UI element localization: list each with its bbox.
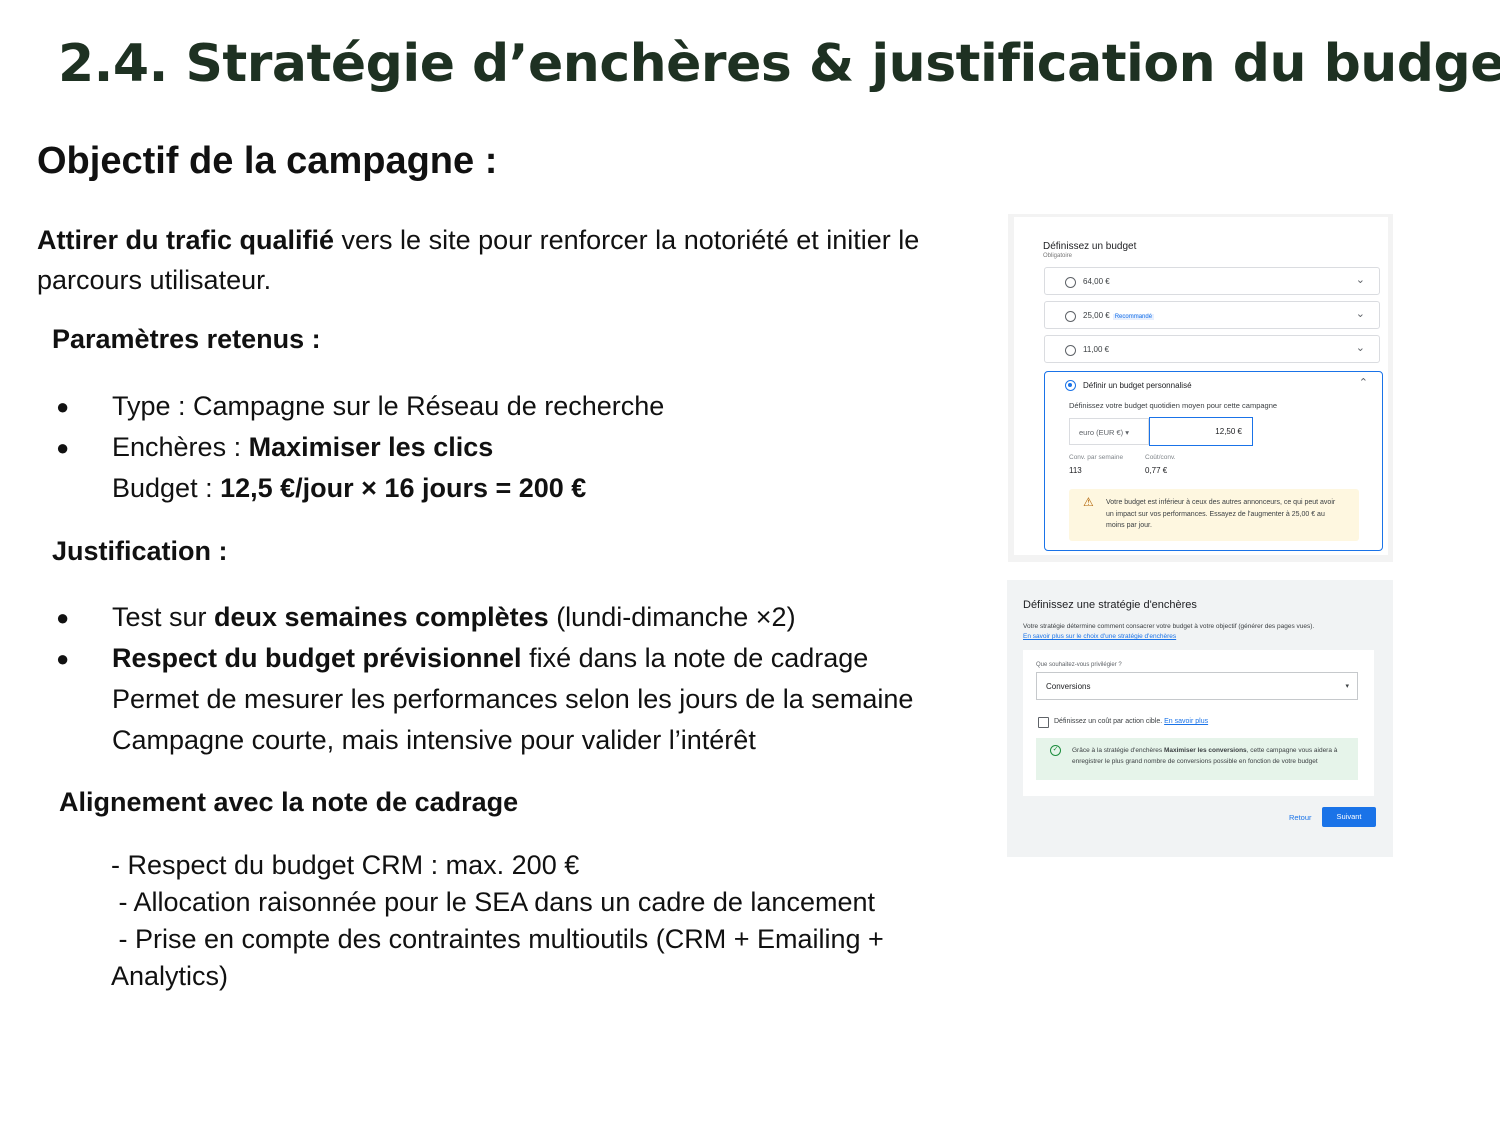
list-item: Permet de mesurer les performances selon…	[52, 679, 982, 720]
budget-amount-input[interactable]: 12,50 €	[1149, 417, 1253, 446]
chevron-down-icon: ⌄	[1355, 342, 1365, 354]
custom-budget-label: Définir un budget personnalisé	[1083, 381, 1192, 390]
budget-option-label: 11,00 €	[1083, 345, 1110, 354]
alignment-line: Analytics)	[111, 961, 229, 991]
budget-option-label: 25,00 € Recommandé	[1083, 311, 1155, 320]
alignment-line: - Respect du budget CRM : max. 200 €	[111, 850, 580, 880]
list-item: ● Test sur deux semaines complètes (lund…	[52, 597, 982, 638]
b2-rest: fixé dans la note de cadrage	[521, 643, 869, 673]
params-list: ● Type : Campagne sur le Réseau de reche…	[52, 386, 982, 509]
back-button[interactable]: Retour	[1289, 813, 1312, 822]
type-text: Type : Campagne sur le Réseau de recherc…	[112, 391, 665, 421]
learn-more-link[interactable]: En savoir plus	[1164, 718, 1208, 725]
radio-icon[interactable]	[1065, 277, 1076, 288]
chevron-down-icon: ⌄	[1355, 274, 1365, 286]
check-circle-icon: ✓	[1050, 745, 1061, 756]
bidding-info: ✓ Grâce à la stratégie d'enchères Maximi…	[1036, 738, 1358, 780]
alignment-line: - Allocation raisonnée pour le SEA dans …	[111, 887, 876, 917]
radio-icon[interactable]	[1065, 311, 1076, 322]
budget-option-label: 64,00 €	[1083, 277, 1110, 286]
justification-heading: Justification :	[52, 536, 228, 566]
budget-option[interactable]: 64,00 € ⌄	[1044, 267, 1380, 295]
bullet-icon: ●	[56, 605, 70, 630]
stat-value: 113	[1069, 466, 1082, 475]
budget-panel: Définissez un budget Obligatoire 64,00 €…	[1014, 217, 1388, 555]
priority-question: Que souhaitez-vous privilégier ?	[1036, 662, 1122, 668]
target-cpa-label: Définissez un coût par action cible. En …	[1054, 718, 1209, 725]
bidding-desc: Votre stratégie détermine comment consac…	[1023, 623, 1315, 630]
chevron-up-icon[interactable]: ⌃	[1359, 376, 1368, 389]
list-item: ● Enchères : Maximiser les clics	[52, 427, 982, 468]
budget-bold: 12,5 €/jour × 16 jours = 200 €	[220, 473, 587, 503]
b2-bold: Respect du budget prévisionnel	[112, 643, 522, 673]
dropdown-arrow-icon: ▾	[1345, 683, 1349, 690]
b1-bold: deux semaines complètes	[214, 602, 549, 632]
bidding-learn-link[interactable]: En savoir plus sur le choix d'une straté…	[1023, 633, 1176, 640]
bidding-card: Que souhaitez-vous privilégier ? Convers…	[1023, 650, 1374, 796]
bid-prefix: Enchères :	[112, 432, 249, 462]
list-item: ● Type : Campagne sur le Réseau de reche…	[52, 386, 982, 427]
b1-rest: (lundi-dimanche ×2)	[548, 602, 796, 632]
bidding-info-text: Grâce à la stratégie d'enchères Maximise…	[1072, 747, 1338, 765]
list-item: Campagne courte, mais intensive pour val…	[52, 720, 982, 761]
intro-line2: parcours utilisateur.	[37, 265, 272, 295]
custom-budget-desc: Définissez votre budget quotidien moyen …	[1069, 401, 1278, 410]
alignment-line: - Prise en compte des contraintes multio…	[111, 924, 884, 954]
line4: Campagne courte, mais intensive pour val…	[112, 725, 756, 755]
intro-bold: Attirer du trafic qualifié	[37, 225, 335, 255]
line3: Permet de mesurer les performances selon…	[112, 684, 914, 714]
params-heading: Paramètres retenus :	[52, 324, 321, 354]
warning-text: Votre budget est inférieur à ceux des au…	[1106, 499, 1336, 529]
target-cpa-checkbox[interactable]	[1038, 717, 1049, 728]
bidding-screenshot: Définissez une stratégie d'enchères Votr…	[1007, 580, 1393, 857]
next-button[interactable]: Suivant	[1322, 807, 1376, 827]
currency-select[interactable]: euro (EUR €) ▾	[1069, 418, 1149, 445]
bullet-icon: ●	[56, 394, 70, 419]
objective-intro: Attirer du trafic qualifié vers le site …	[37, 220, 979, 300]
objective-heading: Objectif de la campagne :	[37, 140, 498, 182]
budget-screenshot: Définissez un budget Obligatoire 64,00 €…	[1008, 214, 1393, 562]
chevron-down-icon: ⌄	[1355, 308, 1365, 320]
alignment-list: - Respect du budget CRM : max. 200 € - A…	[111, 847, 884, 995]
budget-prefix: Budget :	[112, 473, 221, 503]
bullet-icon: ●	[56, 646, 70, 671]
warning-icon: ⚠	[1083, 495, 1094, 509]
budget-title: Définissez un budget	[1043, 241, 1137, 252]
bidding-title: Définissez une stratégie d'enchères	[1023, 599, 1197, 611]
page-title: 2.4. Stratégie d’enchères & justificatio…	[58, 34, 1500, 94]
stat-value: 0,77 €	[1145, 466, 1168, 475]
budget-option[interactable]: 25,00 € Recommandé ⌄	[1044, 301, 1380, 329]
bullet-icon: ●	[56, 435, 70, 460]
budget-required: Obligatoire	[1043, 253, 1073, 259]
justification-list: ● Test sur deux semaines complètes (lund…	[52, 597, 982, 761]
stat-label: Conv. par semaine	[1069, 454, 1124, 461]
intro-rest: vers le site pour renforcer la notoriété…	[334, 225, 920, 255]
stat-label: Coût/conv.	[1145, 454, 1176, 461]
radio-selected-icon[interactable]	[1065, 380, 1076, 391]
priority-select-value: Conversions	[1046, 682, 1091, 691]
b1-prefix: Test sur	[112, 602, 215, 632]
alignment-heading: Alignement avec la note de cadrage	[59, 787, 519, 817]
budget-warning: ⚠ Votre budget est inférieur à ceux des …	[1069, 489, 1359, 541]
recommended-badge: Recommandé	[1112, 314, 1155, 320]
list-item: Budget : 12,5 €/jour × 16 jours = 200 €	[52, 468, 982, 509]
bid-bold: Maximiser les clics	[248, 432, 494, 462]
priority-select[interactable]: Conversions ▾	[1036, 672, 1358, 700]
budget-option[interactable]: 11,00 € ⌄	[1044, 335, 1380, 363]
radio-icon[interactable]	[1065, 345, 1076, 356]
list-item: ● Respect du budget prévisionnel fixé da…	[52, 638, 982, 679]
custom-budget-option[interactable]: Définir un budget personnalisé ⌃ Définis…	[1044, 371, 1383, 551]
